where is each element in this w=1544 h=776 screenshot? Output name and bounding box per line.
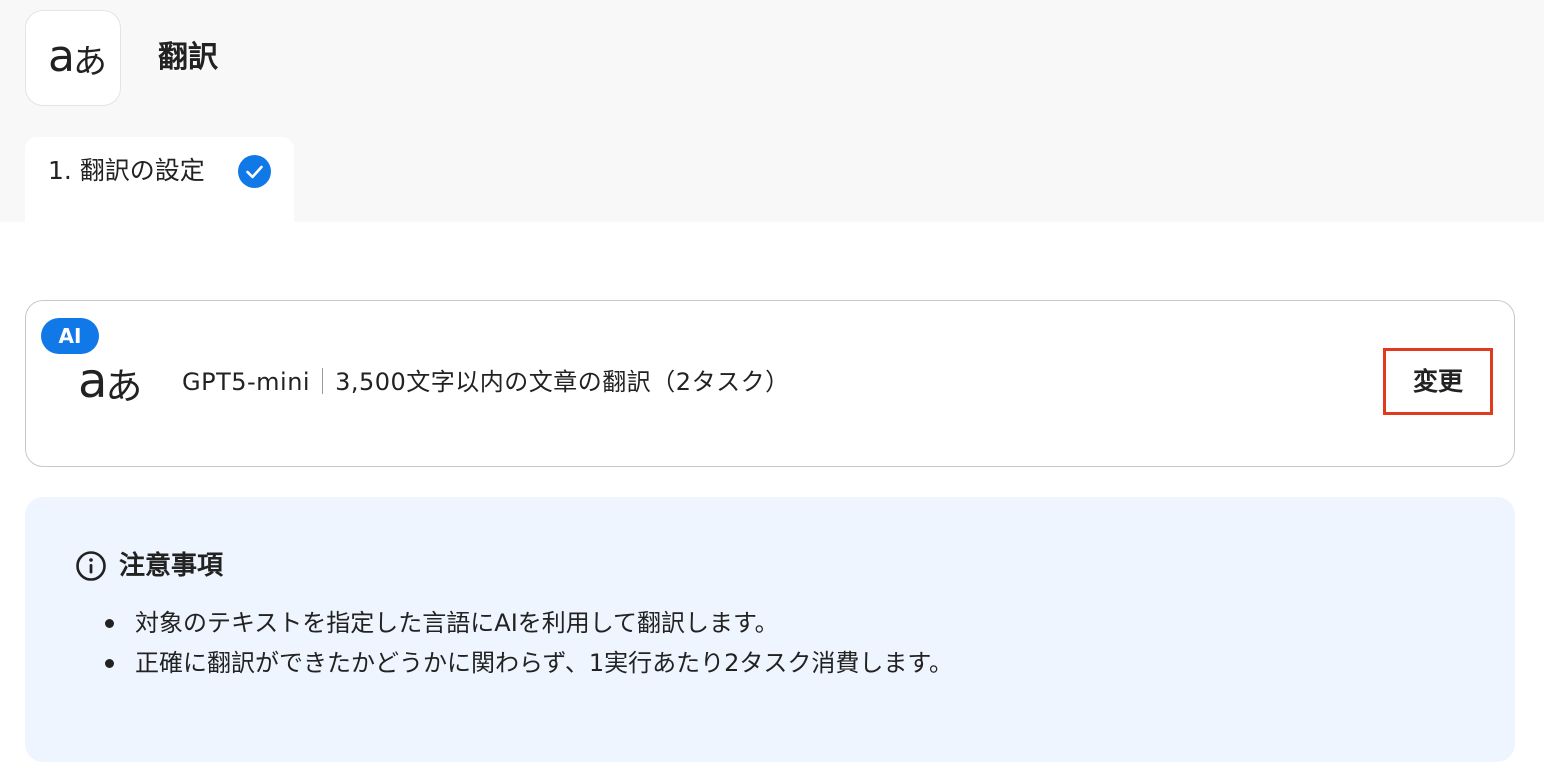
notice-title: 注意事項 [119,551,224,581]
check-circle-icon [238,155,271,188]
tab-label: 1. 翻訳の設定 [48,156,205,185]
list-item: 対象のテキストを指定した言語にAIを利用して翻訳します。 [105,603,953,643]
model-name: GPT5-mini [182,368,311,396]
change-button[interactable]: 変更 [1383,348,1493,415]
app-title: 翻訳 [158,40,218,75]
notice-list: 対象のテキストを指定した言語にAIを利用して翻訳します。 正確に翻訳ができたかど… [105,603,953,683]
separator [322,368,324,394]
header-area: aあ 翻訳 1. 翻訳の設定 [0,0,1544,223]
model-description: GPT5-mini 3,500文字以内の文章の翻訳（2タスク） [182,365,790,399]
ai-badge: AI [41,318,99,354]
info-icon [76,551,106,581]
notice-header: 注意事項 [75,549,223,583]
translate-icon: aあ [78,353,143,409]
tab-translation-settings[interactable]: 1. 翻訳の設定 [25,137,294,223]
model-card: AI aあ GPT5-mini 3,500文字以内の文章の翻訳（2タスク） 変更 [25,300,1515,467]
list-item: 正確に翻訳ができたかどうかに関わらず、1実行あたり2タスク消費します。 [105,643,953,683]
model-plan: 3,500文字以内の文章の翻訳（2タスク） [335,368,790,396]
notice-box: 注意事項 対象のテキストを指定した言語にAIを利用して翻訳します。 正確に翻訳が… [25,497,1515,762]
translate-icon: aあ [48,31,107,82]
app-icon: aあ [25,10,121,106]
